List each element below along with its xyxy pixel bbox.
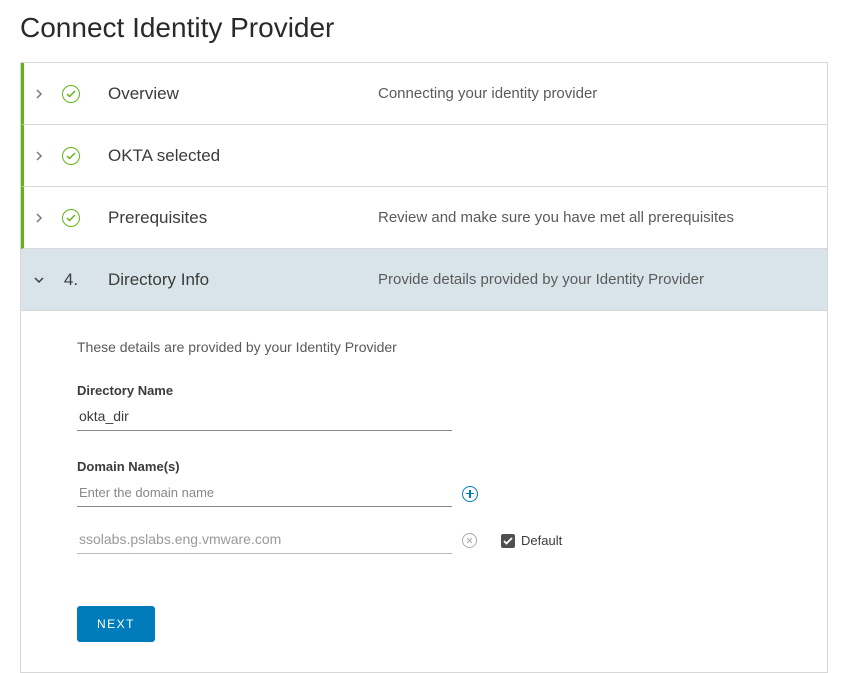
close-icon [462, 533, 477, 548]
check-icon [54, 209, 88, 227]
step-body: These details are provided by your Ident… [21, 311, 827, 672]
step-okta[interactable]: OKTA selected [21, 125, 827, 187]
directory-name-field: Directory Name [77, 383, 807, 431]
step-desc: Provide details provided by your Identit… [378, 269, 807, 290]
next-button[interactable]: NEXT [77, 606, 155, 642]
step-desc: Connecting your identity provider [378, 83, 807, 104]
intro-text: These details are provided by your Ident… [77, 339, 807, 355]
directory-name-input[interactable] [77, 404, 452, 431]
check-icon [54, 147, 88, 165]
domain-name-input[interactable] [77, 480, 452, 507]
step-number: 4. [54, 270, 88, 290]
check-icon [54, 85, 88, 103]
default-checkbox[interactable] [501, 534, 515, 548]
step-directory-info[interactable]: 4. Directory Info Provide details provid… [21, 249, 827, 311]
default-checkbox-label: Default [521, 533, 562, 548]
step-title: Prerequisites [88, 208, 378, 228]
directory-name-label: Directory Name [77, 383, 807, 398]
step-prereq[interactable]: Prerequisites Review and make sure you h… [21, 187, 827, 249]
step-overview[interactable]: Overview Connecting your identity provid… [21, 63, 827, 125]
chevron-right-icon[interactable] [24, 88, 54, 100]
step-title: OKTA selected [88, 146, 378, 166]
step-desc: Review and make sure you have met all pr… [378, 207, 807, 228]
chevron-down-icon[interactable] [24, 274, 54, 286]
existing-domain-input[interactable] [77, 527, 452, 554]
page-title: Connect Identity Provider [0, 0, 848, 62]
chevron-right-icon[interactable] [24, 212, 54, 224]
add-domain-button[interactable] [462, 486, 478, 502]
remove-domain-button[interactable] [462, 533, 477, 548]
domain-names-label: Domain Name(s) [77, 459, 807, 474]
plus-icon [462, 486, 478, 502]
wizard-container: Overview Connecting your identity provid… [20, 62, 828, 673]
step-title: Overview [88, 84, 378, 104]
domain-names-field: Domain Name(s) De [77, 459, 807, 554]
step-title: Directory Info [88, 270, 378, 290]
chevron-right-icon[interactable] [24, 150, 54, 162]
